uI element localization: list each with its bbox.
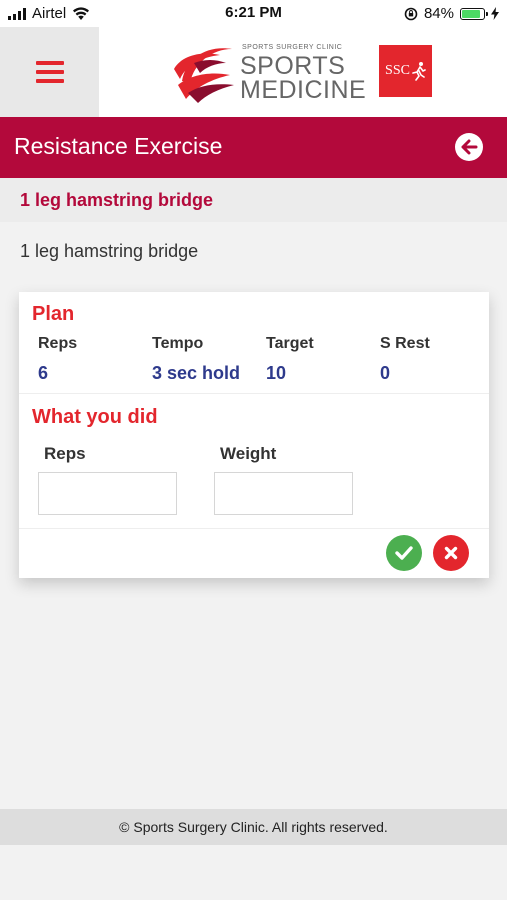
- did-reps-label: Reps: [44, 444, 86, 463]
- charging-bolt-icon: [491, 7, 499, 20]
- plan-rest-value: 0: [380, 363, 391, 383]
- battery-percent: 84%: [423, 5, 454, 22]
- logo-swoosh-icon: [174, 48, 234, 103]
- plan-tempo-value: 3 sec hold: [152, 363, 241, 383]
- menu-button[interactable]: [0, 27, 99, 117]
- plan-tempo-label: Tempo: [152, 335, 204, 352]
- battery-level: [462, 9, 480, 18]
- status-bar: Airtel 6:21 PM 84%: [0, 0, 507, 27]
- back-arrow-icon: [461, 139, 478, 155]
- plan-rest-label: S Rest: [380, 335, 430, 352]
- plan-target-label: Target: [266, 335, 314, 352]
- plan-title: Plan: [32, 303, 75, 325]
- card-divider: [19, 528, 489, 529]
- ssc-badge: SSC: [379, 45, 432, 97]
- app-header: SPORTS SURGERY CLINIC SPORTS MEDICINE SS…: [0, 27, 507, 117]
- ssc-badge-text: SSC: [385, 63, 410, 78]
- confirm-button[interactable]: [386, 535, 422, 571]
- plan-reps-label: Reps: [38, 335, 78, 352]
- status-right: 84%: [404, 5, 499, 22]
- reps-input[interactable]: [38, 472, 177, 515]
- close-icon: [444, 546, 458, 560]
- check-icon: [395, 546, 413, 560]
- logo-small-text: SPORTS SURGERY CLINIC: [242, 44, 343, 51]
- weight-input[interactable]: [214, 472, 353, 515]
- cancel-button[interactable]: [433, 535, 469, 571]
- rotation-lock-icon: [404, 7, 418, 20]
- copyright-text: © Sports Surgery Clinic. All rights rese…: [119, 819, 388, 835]
- sports-medicine-logo: SPORTS SURGERY CLINIC SPORTS MEDICINE SS…: [172, 41, 432, 104]
- plan-reps-value: 6: [38, 363, 49, 383]
- battery-icon: [460, 7, 488, 20]
- did-weight-label: Weight: [220, 444, 277, 463]
- exercise-heading-bar: 1 leg hamstring bridge: [0, 178, 507, 222]
- footer: © Sports Surgery Clinic. All rights rese…: [0, 809, 507, 845]
- page-title: Resistance Exercise: [14, 133, 223, 159]
- hamburger-icon: [35, 61, 64, 83]
- logo-line-2: MEDICINE: [240, 76, 367, 104]
- page-title-bar: Resistance Exercise: [0, 117, 507, 178]
- what-you-did-title: What you did: [32, 406, 158, 428]
- card-divider: [19, 393, 489, 394]
- exercise-heading: 1 leg hamstring bridge: [20, 190, 214, 210]
- back-button[interactable]: [455, 133, 483, 161]
- exercise-description: 1 leg hamstring bridge: [20, 241, 199, 261]
- runner-icon: [412, 62, 426, 81]
- plan-target-value: 10: [266, 363, 287, 383]
- exercise-log-card: Plan Reps Tempo Target S Rest 6 3 sec ho…: [19, 292, 489, 578]
